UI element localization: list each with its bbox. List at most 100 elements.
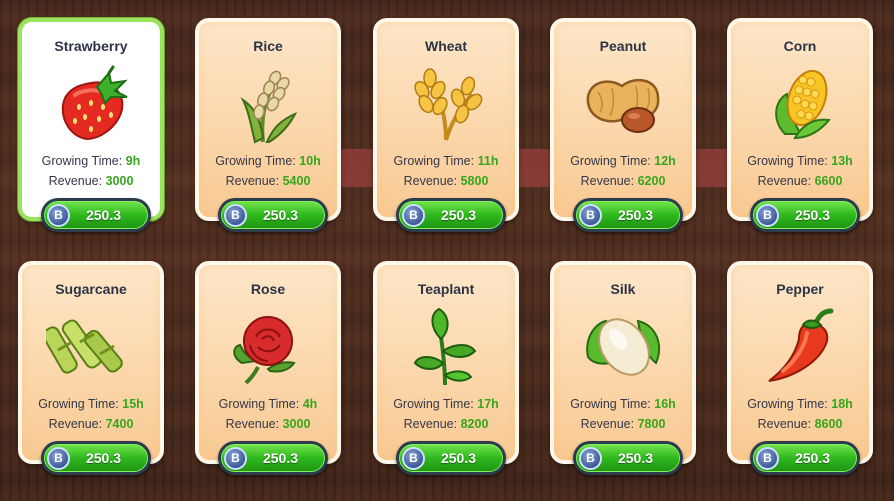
growing-time-row: Growing Time: 12h	[554, 154, 692, 168]
crop-card-wheat[interactable]: Wheat Growing Time: 11h Revenue: 5800 B …	[373, 18, 519, 232]
crop-card-rice[interactable]: Rice Growing Time: 10h Revenue: 5400 B 2…	[195, 18, 341, 232]
growing-time-label: Growing Time:	[570, 397, 651, 411]
crop-card-teaplant[interactable]: Teaplant Growing Time: 17h Revenue: 8200…	[373, 261, 519, 475]
revenue-label: Revenue:	[48, 417, 103, 431]
crop-card-rose[interactable]: Rose Growing Time: 4h Revenue: 3000 B 25…	[195, 261, 341, 475]
buy-button[interactable]: B 250.3	[750, 198, 860, 232]
growing-time-label: Growing Time:	[747, 397, 828, 411]
buy-button[interactable]: B 250.3	[41, 198, 151, 232]
growing-time-value: 15h	[122, 397, 144, 411]
buy-button-face[interactable]: B 250.3	[399, 444, 503, 472]
crop-shop-grid: Strawberry Growing Time: 9h Revenue: 300…	[0, 0, 894, 501]
growing-time-value: 16h	[654, 397, 676, 411]
revenue-label: Revenue:	[757, 417, 812, 431]
revenue-value: 3000	[282, 417, 311, 431]
crop-card-peanut[interactable]: Peanut Growing Time: 12h Revenue: 6200 B…	[550, 18, 696, 232]
coin-icon: B	[579, 446, 602, 470]
revenue-row: Revenue: 7800	[554, 417, 692, 431]
growing-time-row: Growing Time: 13h	[731, 154, 869, 168]
crop-card-silk[interactable]: Silk Growing Time: 16h Revenue: 7800 B 2…	[550, 261, 696, 475]
coin-icon: B	[224, 446, 247, 470]
growing-time-value: 13h	[831, 154, 853, 168]
rice-icon	[199, 64, 337, 144]
price-value: 250.3	[440, 207, 477, 223]
revenue-value: 5400	[282, 174, 311, 188]
growing-time-value: 12h	[654, 154, 676, 168]
growing-time-label: Growing Time:	[218, 397, 300, 411]
buy-button[interactable]: B 250.3	[396, 441, 506, 475]
strawberry-icon	[22, 64, 160, 144]
crop-name: Sugarcane	[55, 281, 127, 297]
growing-time-label: Growing Time:	[215, 154, 296, 168]
growing-time-value: 4h	[302, 397, 318, 411]
revenue-value: 8200	[460, 417, 489, 431]
wheat-icon	[377, 64, 515, 144]
revenue-label: Revenue:	[225, 174, 280, 188]
buy-button[interactable]: B 250.3	[573, 198, 683, 232]
buy-button-face[interactable]: B 250.3	[576, 201, 680, 229]
sugarcane-icon	[22, 307, 160, 387]
revenue-row: Revenue: 3000	[22, 174, 160, 188]
growing-time-row: Growing Time: 16h	[554, 397, 692, 411]
buy-button-face[interactable]: B 250.3	[753, 201, 857, 229]
revenue-row: Revenue: 8600	[731, 417, 869, 431]
growing-time-label: Growing Time:	[747, 154, 828, 168]
growing-time-label: Growing Time:	[38, 397, 119, 411]
price-value: 250.3	[617, 450, 654, 466]
buy-button[interactable]: B 250.3	[218, 441, 328, 475]
revenue-row: Revenue: 5400	[199, 174, 337, 188]
buy-button-face[interactable]: B 250.3	[753, 444, 857, 472]
coin-icon: B	[579, 203, 602, 227]
growing-time-row: Growing Time: 9h	[22, 154, 160, 168]
coin-icon: B	[402, 446, 425, 470]
coin-icon: B	[47, 203, 70, 227]
buy-button[interactable]: B 250.3	[750, 441, 860, 475]
coin-icon: B	[756, 446, 779, 470]
crop-name: Rose	[250, 281, 286, 297]
crop-name: Peanut	[599, 38, 647, 54]
growing-time-label: Growing Time:	[570, 154, 651, 168]
revenue-label: Revenue:	[403, 417, 458, 431]
growing-time-value: 18h	[831, 397, 853, 411]
price-value: 250.3	[440, 450, 477, 466]
revenue-value: 6200	[637, 174, 666, 188]
buy-button[interactable]: B 250.3	[41, 441, 151, 475]
price-value: 250.3	[85, 207, 122, 223]
growing-time-value: 17h	[477, 397, 499, 411]
buy-button-face[interactable]: B 250.3	[221, 201, 325, 229]
revenue-label: Revenue:	[757, 174, 812, 188]
crop-card-strawberry[interactable]: Strawberry Growing Time: 9h Revenue: 300…	[18, 18, 164, 232]
crop-card-pepper[interactable]: Pepper Growing Time: 18h Revenue: 8600 B…	[727, 261, 873, 475]
revenue-label: Revenue:	[225, 417, 280, 431]
buy-button[interactable]: B 250.3	[218, 198, 328, 232]
growing-time-value: 11h	[477, 154, 499, 168]
revenue-row: Revenue: 6600	[731, 174, 869, 188]
buy-button[interactable]: B 250.3	[396, 198, 506, 232]
growing-time-row: Growing Time: 17h	[377, 397, 515, 411]
buy-button-face[interactable]: B 250.3	[399, 201, 503, 229]
revenue-row: Revenue: 5800	[377, 174, 515, 188]
buy-button-face[interactable]: B 250.3	[221, 444, 325, 472]
buy-button-face[interactable]: B 250.3	[44, 201, 148, 229]
coin-icon: B	[402, 203, 425, 227]
price-value: 250.3	[794, 450, 831, 466]
growing-time-value: 9h	[125, 154, 141, 168]
revenue-value: 7400	[105, 417, 134, 431]
teaplant-icon	[377, 307, 515, 387]
revenue-value: 3000	[105, 174, 134, 188]
buy-button[interactable]: B 250.3	[573, 441, 683, 475]
growing-time-row: Growing Time: 15h	[22, 397, 160, 411]
revenue-label: Revenue:	[580, 174, 635, 188]
pepper-icon	[731, 307, 869, 387]
crop-card-sugarcane[interactable]: Sugarcane Growing Time: 15h Revenue: 740…	[18, 261, 164, 475]
buy-button-face[interactable]: B 250.3	[44, 444, 148, 472]
crop-name: Teaplant	[417, 281, 475, 297]
buy-button-face[interactable]: B 250.3	[576, 444, 680, 472]
price-value: 250.3	[617, 207, 654, 223]
crop-card-corn[interactable]: Corn Growing Time: 13h Revenue: 6600 B 2…	[727, 18, 873, 232]
coin-icon: B	[47, 446, 70, 470]
price-value: 250.3	[262, 450, 299, 466]
crop-name: Strawberry	[54, 38, 128, 54]
growing-time-label: Growing Time:	[393, 154, 475, 168]
revenue-label: Revenue:	[580, 417, 635, 431]
